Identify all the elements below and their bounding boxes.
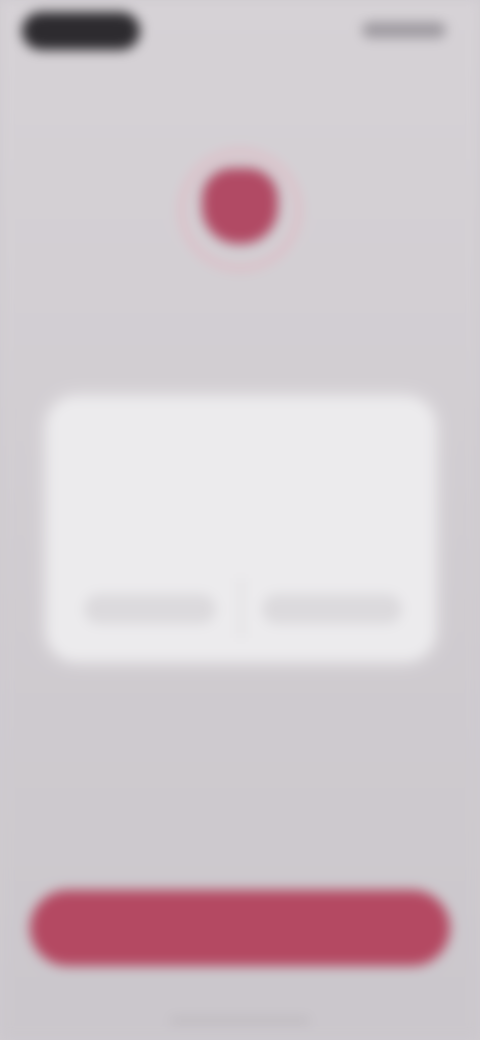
status-bar-pill [22,12,140,50]
home-indicator[interactable] [170,1018,310,1023]
shield-icon [202,168,278,244]
status-indicators-icon [362,22,446,38]
dialog-button-divider [240,578,242,638]
alert-dialog [48,398,434,660]
dialog-left-button[interactable] [84,594,216,624]
primary-action-button[interactable] [30,890,450,966]
dialog-right-button[interactable] [262,594,402,624]
app-screen [0,0,480,1040]
